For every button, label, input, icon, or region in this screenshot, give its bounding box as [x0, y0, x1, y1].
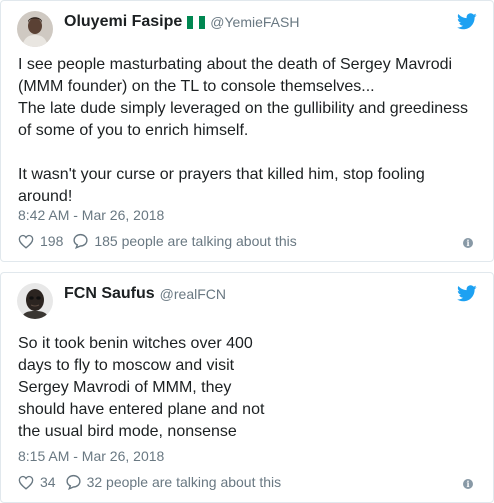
nigeria-flag-icon [187, 15, 206, 29]
timestamp[interactable]: 8:15 AM - Mar 26, 2018 [18, 448, 164, 464]
speech-bubble-icon[interactable] [72, 233, 89, 249]
tweet-text: I see people masturbating about the deat… [18, 54, 478, 208]
tweet-text-line: It wasn't your curse or prayers that kil… [18, 166, 425, 205]
like-count[interactable]: 198 [40, 233, 63, 249]
display-name[interactable]: FCN Saufus [64, 285, 155, 303]
tweet-actions: 34 32 people are talking about this [18, 474, 281, 490]
tweet-text-line: The late dude simply leveraged on the gu… [18, 100, 469, 139]
info-icon[interactable]: i [463, 238, 473, 248]
timestamp[interactable]: 8:42 AM - Mar 26, 2018 [18, 207, 164, 223]
tweet-text-line: So it took benin witches over 400 days t… [18, 335, 265, 440]
user-handle[interactable]: @YemieFASH [210, 14, 299, 30]
tweet-author[interactable]: Oluyemi Fasipe @YemieFASH [64, 13, 299, 31]
info-icon[interactable]: i [463, 479, 473, 489]
tweet-text: So it took benin witches over 400 days t… [18, 333, 278, 443]
talking-count[interactable]: 32 people are talking about this [87, 474, 282, 490]
avatar[interactable] [17, 11, 53, 47]
like-count[interactable]: 34 [40, 474, 56, 490]
heart-icon[interactable] [18, 234, 34, 249]
tweet-author[interactable]: FCN Saufus @realFCN [64, 285, 226, 303]
twitter-bird-icon[interactable] [457, 13, 477, 30]
display-name[interactable]: Oluyemi Fasipe [64, 13, 182, 31]
avatar[interactable] [17, 283, 53, 319]
heart-icon[interactable] [18, 475, 34, 490]
tweet-card: FCN Saufus @realFCN So it took benin wit… [0, 272, 494, 503]
talking-count[interactable]: 185 people are talking about this [94, 233, 296, 249]
user-handle[interactable]: @realFCN [160, 286, 226, 302]
tweet-text-line: I see people masturbating about the deat… [18, 56, 453, 95]
tweet-actions: 198 185 people are talking about this [18, 233, 297, 249]
twitter-bird-icon[interactable] [457, 285, 477, 302]
speech-bubble-icon[interactable] [65, 474, 82, 490]
tweet-card: Oluyemi Fasipe @YemieFASH I see people m… [0, 0, 494, 262]
